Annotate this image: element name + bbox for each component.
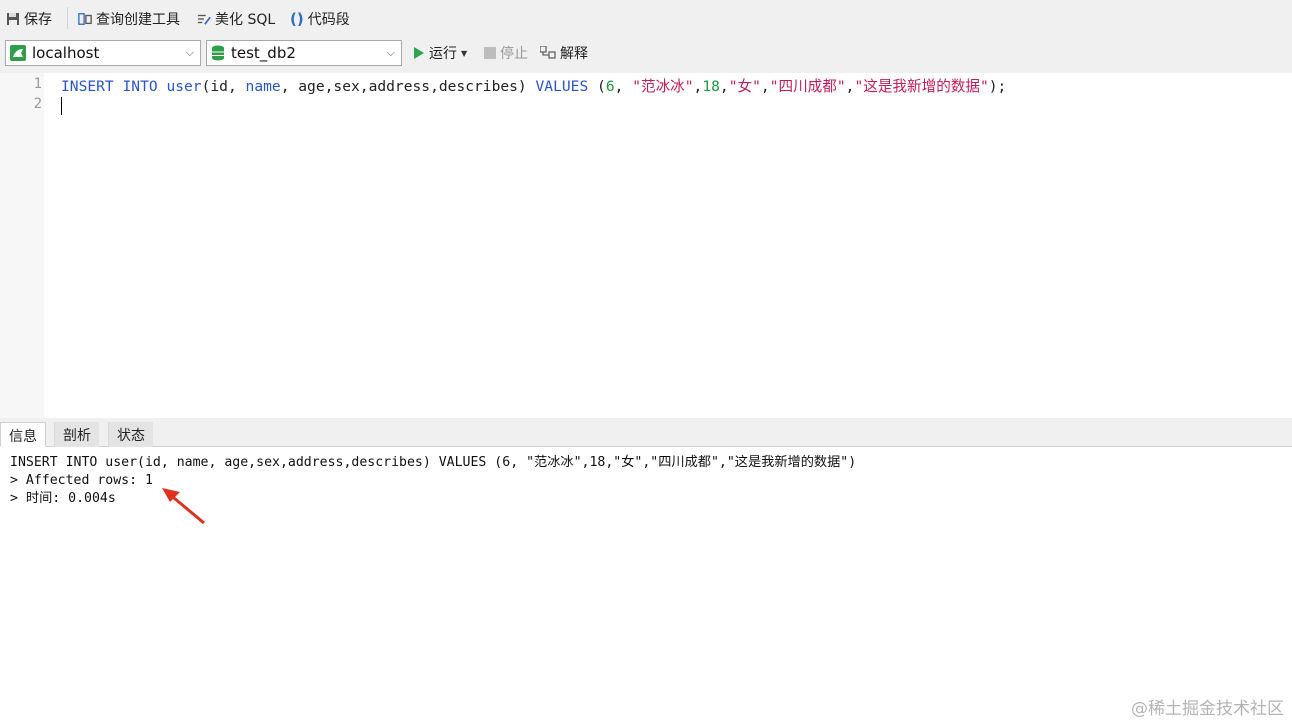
query-builder-icon	[78, 13, 92, 25]
main-toolbar: 保存 查询创建工具 美化 SQL () 代码段	[0, 0, 1292, 37]
sql-text: ,	[719, 78, 729, 95]
sql-text: ,	[614, 78, 633, 95]
watermark: @稀土掘金技术社区	[1131, 699, 1284, 719]
code-snippet-label: 代码段	[307, 12, 350, 28]
save-icon	[7, 13, 19, 25]
sql-string: "女"	[728, 78, 761, 95]
sql-text: (	[588, 78, 606, 95]
sql-keyword: name	[245, 78, 281, 95]
connection-value: localhost	[32, 44, 100, 62]
sql-text: , age,sex,address,describes)	[280, 78, 536, 95]
connection-select[interactable]: localhost ⌵	[5, 40, 201, 66]
tab-message[interactable]: 信息	[0, 422, 46, 447]
text-caret	[61, 97, 62, 115]
tab-status[interactable]: 状态	[108, 422, 153, 447]
sql-keyword: INSERT INTO	[61, 78, 158, 95]
tab-profile[interactable]: 剖析	[54, 422, 99, 447]
message-output: INSERT INTO user(id, name, age,sex,addre…	[10, 454, 856, 508]
beautify-sql-label: 美化 SQL	[215, 12, 276, 28]
code-line-1: INSERT INTO user(id, name, age,sex,addre…	[61, 75, 1006, 96]
sql-string: "四川成都"	[769, 78, 846, 95]
toolbar-divider	[67, 7, 68, 29]
stop-button[interactable]: 停止	[484, 43, 528, 63]
chevron-down-icon: ⌵	[386, 46, 395, 59]
sql-text: ,	[760, 78, 770, 95]
query-builder-label: 查询创建工具	[96, 12, 180, 28]
database-value: test_db2	[231, 44, 296, 62]
database-icon	[212, 45, 224, 61]
run-button[interactable]: 运行 ▼	[413, 43, 467, 63]
sql-table-name: user	[166, 78, 202, 95]
sql-text: (id,	[201, 78, 246, 95]
run-label: 运行	[429, 46, 457, 62]
sql-number: 18	[702, 78, 720, 95]
output-time: > 时间: 0.004s	[10, 491, 116, 506]
chevron-down-icon: ⌵	[185, 46, 194, 59]
explain-label: 解释	[560, 46, 588, 62]
stop-icon	[484, 47, 496, 59]
sql-number: 6	[605, 78, 615, 95]
save-button[interactable]: 保存	[6, 9, 52, 29]
result-tab-bar: 信息 剖析 状态	[0, 418, 1292, 447]
beautify-sql-button[interactable]: 美化 SQL	[197, 9, 275, 29]
database-select[interactable]: test_db2 ⌵	[206, 40, 402, 66]
mysql-connection-icon	[10, 45, 26, 61]
code-snippet-button[interactable]: () 代码段	[290, 9, 350, 29]
save-label: 保存	[24, 12, 52, 28]
line-number: 2	[33, 96, 42, 112]
run-play-icon	[414, 47, 424, 59]
beautify-icon	[197, 14, 211, 25]
annotation-arrow-icon	[162, 488, 205, 525]
output-sql-line: INSERT INTO user(id, name, age,sex,addre…	[10, 455, 857, 470]
sql-keyword: VALUES	[535, 78, 589, 95]
sql-string: "这是我新增的数据"	[854, 78, 989, 95]
connection-toolbar: localhost ⌵ test_db2 ⌵ 运行 ▼ 停止 解释	[0, 37, 1292, 73]
line-number: 1	[33, 76, 42, 92]
run-dropdown-icon[interactable]: ▼	[461, 49, 467, 58]
stop-label: 停止	[500, 46, 528, 62]
explain-button[interactable]: 解释	[540, 43, 588, 63]
line-number-gutter: 1 2	[0, 73, 44, 418]
query-builder-button[interactable]: 查询创建工具	[78, 9, 180, 29]
sql-string: "范冰冰"	[632, 78, 694, 95]
sql-editor[interactable]: 1 2 INSERT INTO user(id, name, age,sex,a…	[0, 73, 1292, 418]
output-affected-rows: > Affected rows: 1	[10, 473, 153, 488]
explain-icon	[540, 46, 556, 59]
code-snippet-icon: ()	[290, 10, 304, 28]
sql-text: );	[988, 78, 1007, 95]
